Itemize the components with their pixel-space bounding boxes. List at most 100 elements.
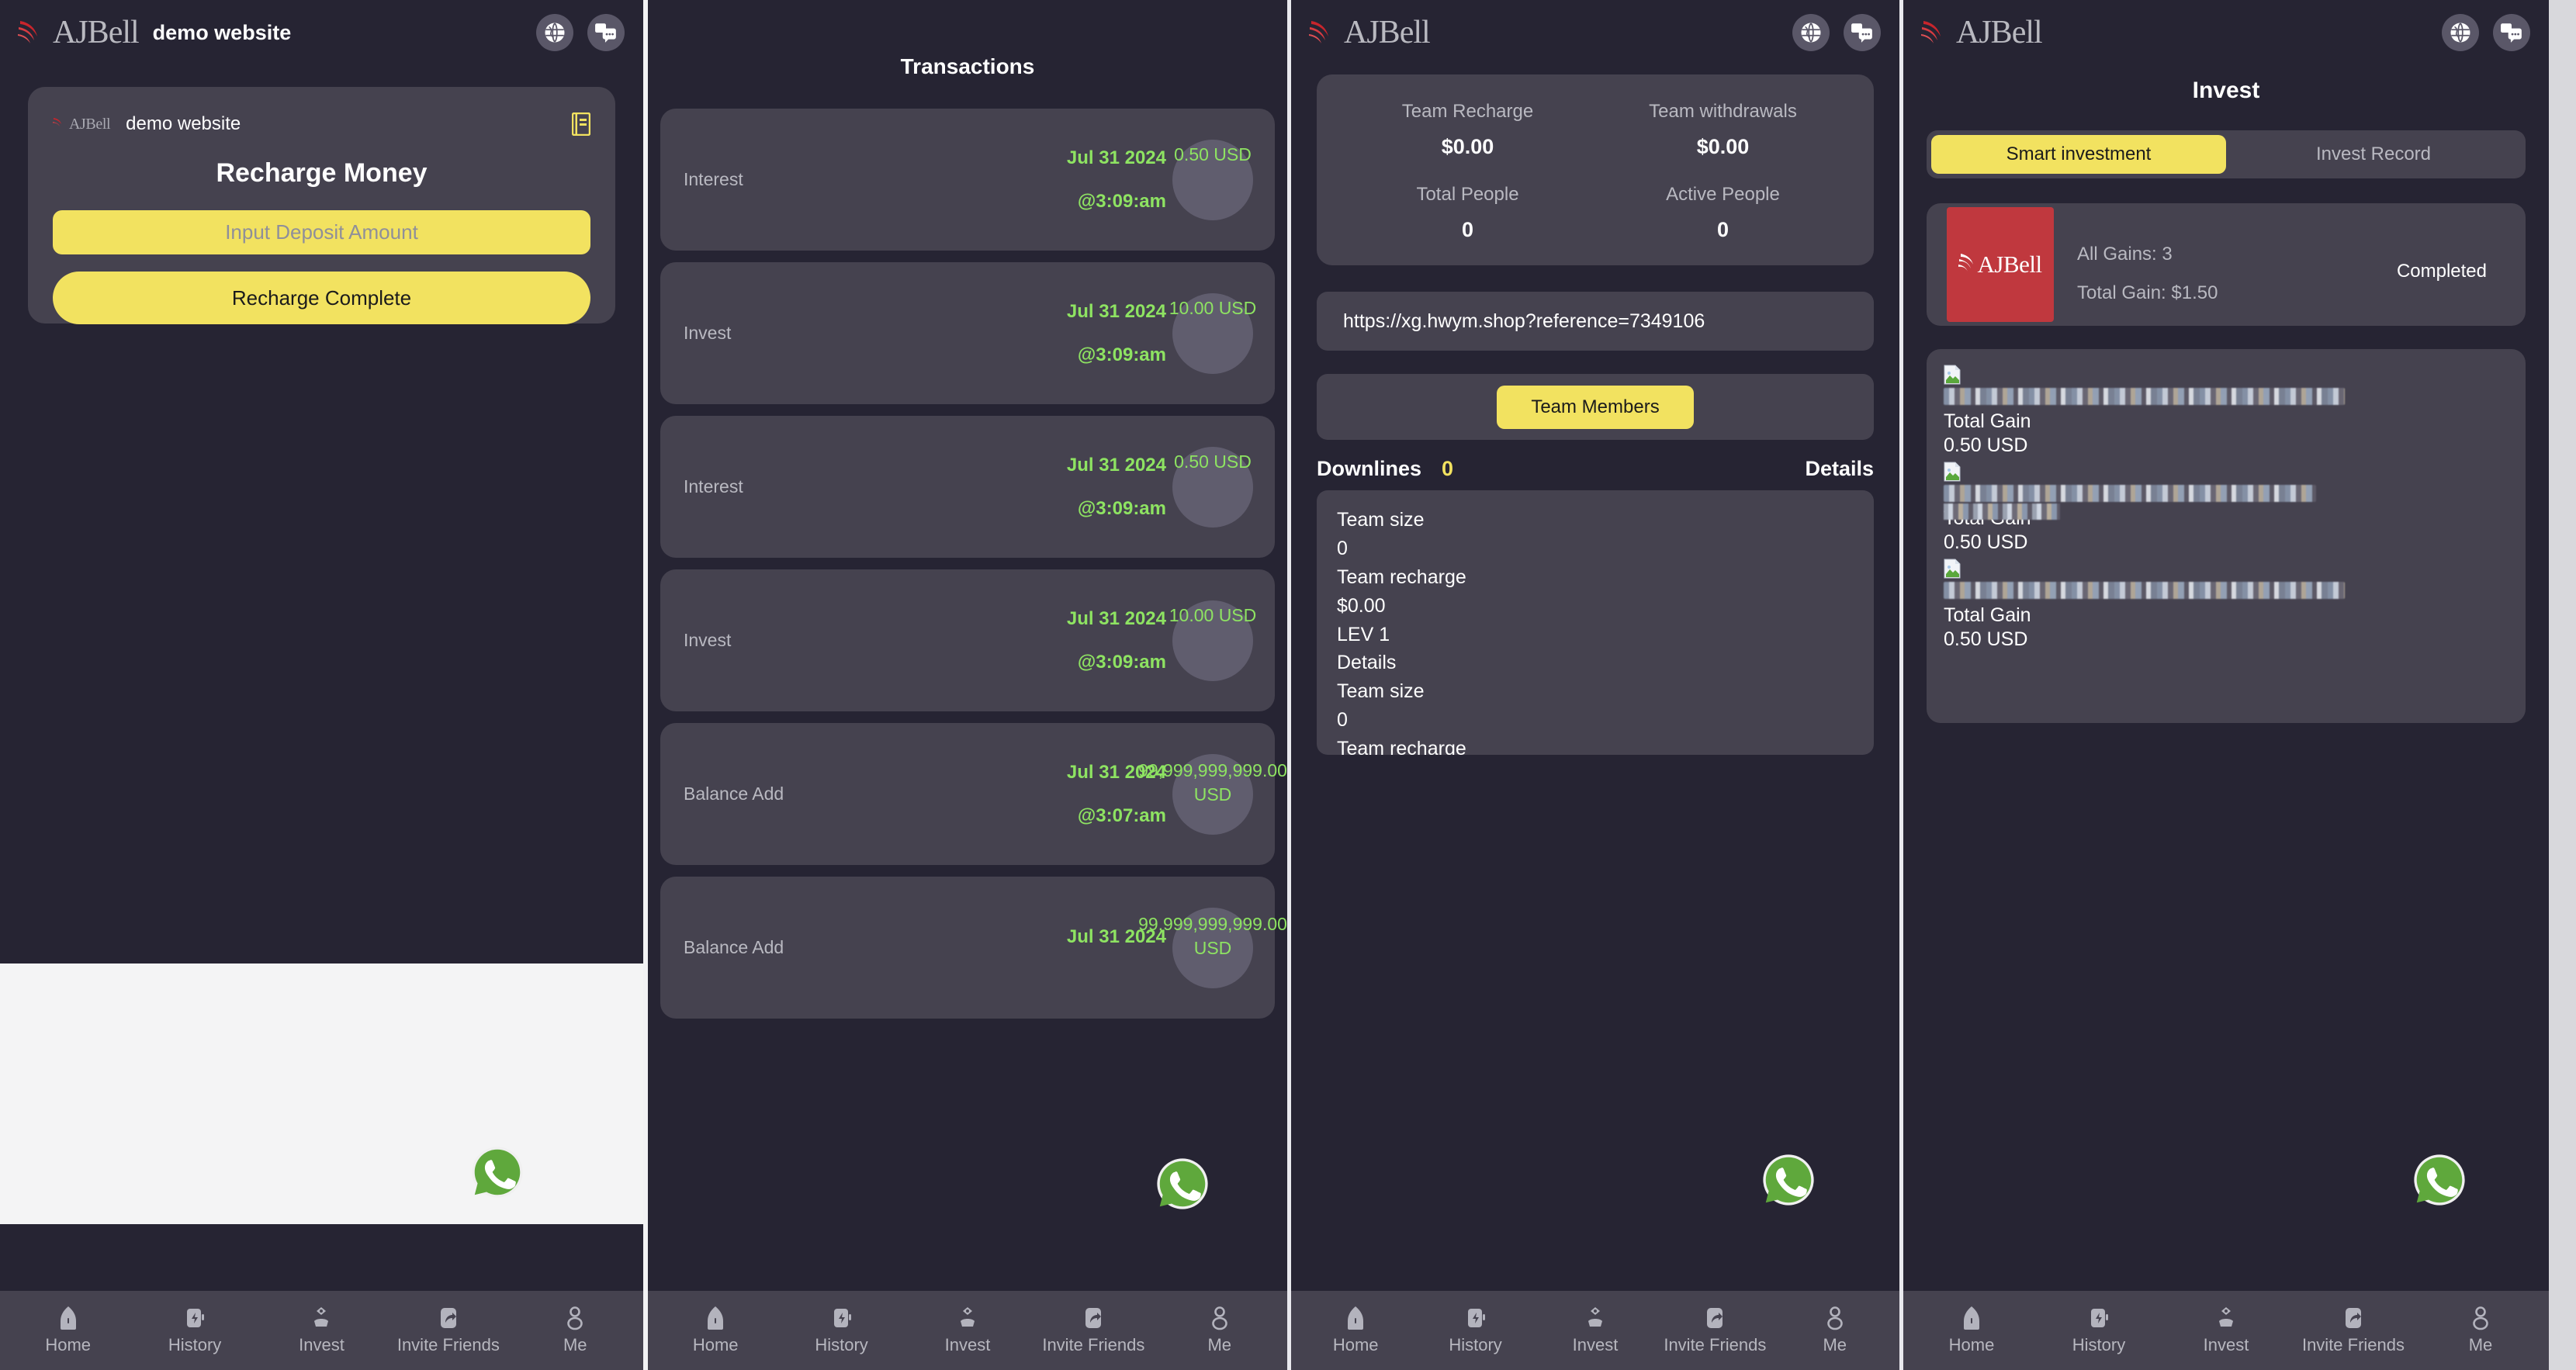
ajbell-swoosh-small-icon	[53, 116, 64, 133]
table-row[interactable]: Balance Add Jul 31 2024 @3:07:am 99,999,…	[660, 723, 1287, 865]
profile-icon	[1823, 1306, 1847, 1330]
transaction-date: Jul 31 2024	[1066, 147, 1166, 168]
profile-icon	[1208, 1306, 1231, 1330]
stat-team-recharge: Team Recharge $0.00	[1340, 101, 1595, 159]
stat-active-people: Active People 0	[1595, 184, 1851, 242]
transaction-date: Jul 31 2024	[1066, 761, 1166, 783]
page-title: Transactions	[900, 54, 1035, 78]
blank-white-area	[0, 963, 643, 1224]
transaction-type: Balance Add	[684, 937, 784, 957]
nav-item-invite-friends[interactable]: Invite Friends	[388, 1306, 508, 1355]
nav-item-me[interactable]: Me	[1160, 1306, 1279, 1355]
nav-item-invest[interactable]: Invest	[908, 1306, 1027, 1355]
transaction-datetime: Jul 31 2024 @3:09:am	[823, 301, 1171, 366]
list-item[interactable]: Total Gain 0.50 USD	[1944, 365, 2508, 457]
broken-image-icon	[1944, 559, 1961, 579]
list-item[interactable]: Total Gain 0.50 USD	[1944, 462, 2508, 554]
list-item: LEV 1	[1337, 623, 1390, 645]
invest-product-card[interactable]: AJBell All Gains: 3 Total Gain: $1.50 Co…	[1927, 203, 2526, 326]
nav-label: Invest	[2203, 1335, 2249, 1354]
nav-label: Invest	[299, 1335, 345, 1354]
invite-friends-icon	[1703, 1306, 1726, 1330]
recharge-complete-button[interactable]: Recharge Complete	[53, 272, 590, 324]
nav-label: Home	[45, 1335, 92, 1354]
page-title: Invest	[2192, 78, 2260, 103]
nav-item-invite-friends[interactable]: Invite Friends	[2293, 1306, 2414, 1355]
nav-item-invest[interactable]: Invest	[261, 1306, 382, 1355]
nav-item-home[interactable]: Home	[8, 1306, 128, 1355]
bottom-navigation: Home History Invest Invite Friends Me	[1291, 1291, 1899, 1370]
invite-friends-icon	[1082, 1306, 1105, 1330]
downlines-details-link[interactable]: Details	[1805, 457, 1874, 481]
transaction-type: Invest	[684, 630, 732, 650]
ajbell-swoosh-icon	[1920, 18, 1947, 47]
product-thumbnail-label: AJBell	[1977, 251, 2042, 278]
list-item-details[interactable]: Details	[1337, 649, 1854, 677]
language-globe-button[interactable]	[2442, 14, 2479, 51]
book-icon[interactable]	[572, 112, 590, 136]
whatsapp-float-button[interactable]	[1761, 1152, 1816, 1208]
nav-item-invite-friends[interactable]: Invite Friends	[1658, 1306, 1772, 1355]
transaction-amount-badge: 10.00 USD	[1169, 600, 1256, 681]
product-thumbnail: AJBell	[1947, 207, 2054, 322]
whatsapp-float-button[interactable]	[2412, 1152, 2467, 1208]
support-chat-button[interactable]	[587, 14, 625, 51]
language-globe-button[interactable]	[536, 14, 573, 51]
nav-item-invest[interactable]: Invest	[2166, 1306, 2287, 1355]
table-row[interactable]: Interest Jul 31 2024 @3:09:am 0.50 USD	[660, 109, 1275, 251]
nav-item-invite-friends[interactable]: Invite Friends	[1034, 1306, 1153, 1355]
transaction-amount-badge: 0.50 USD	[1172, 139, 1253, 220]
nav-item-invest[interactable]: Invest	[1539, 1306, 1653, 1355]
tab-invest-record[interactable]: Invest Record	[2226, 135, 2521, 174]
top-bar: AJBell	[1291, 0, 1899, 54]
transaction-amount-badge: 10.00 USD	[1169, 292, 1256, 374]
support-chat-button[interactable]	[2493, 14, 2530, 51]
gain-value: 0.50 USD	[1944, 628, 2028, 650]
language-globe-button[interactable]	[1792, 14, 1830, 51]
support-chat-button[interactable]	[1844, 14, 1881, 51]
list-item: Team recharge	[1337, 738, 1466, 755]
nav-item-history[interactable]: History	[134, 1306, 254, 1355]
nav-item-me[interactable]: Me	[515, 1306, 635, 1355]
nav-label: Invite Friends	[1042, 1335, 1145, 1354]
nav-label: Me	[563, 1335, 587, 1354]
team-members-button[interactable]: Team Members	[1497, 385, 1694, 429]
nav-item-me[interactable]: Me	[1778, 1306, 1892, 1355]
top-bar: AJBell demo website	[0, 0, 643, 54]
stat-team-withdrawals: Team withdrawals $0.00	[1595, 101, 1851, 159]
referral-link-field[interactable]: https://xg.hwym.shop?reference=7349106	[1317, 292, 1874, 351]
table-row[interactable]: Interest Jul 31 2024 @3:09:am 0.50 USD	[660, 416, 1275, 558]
nav-item-home[interactable]: Home	[1911, 1306, 2032, 1355]
downlines-header: Downlines 0 Details	[1317, 457, 1874, 481]
obfuscated-text	[1944, 582, 2345, 599]
nav-item-history[interactable]: History	[2038, 1306, 2159, 1355]
nav-label: History	[168, 1335, 222, 1354]
top-bar: AJBell	[1903, 0, 2549, 54]
brand-wordmark: AJBell	[1344, 15, 1431, 50]
transaction-date: Jul 31 2024	[1066, 300, 1166, 322]
list-item[interactable]: Total Gain 0.50 USD	[1944, 559, 2508, 651]
home-icon	[704, 1306, 727, 1330]
transaction-datetime: Jul 31 2024 @3:07:am	[823, 762, 1171, 827]
list-item: Team recharge	[1337, 566, 1466, 588]
nav-item-home[interactable]: Home	[1299, 1306, 1413, 1355]
globe-icon	[1799, 21, 1823, 44]
tab-smart-investment[interactable]: Smart investment	[1931, 135, 2226, 174]
list-item: 0	[1337, 709, 1348, 732]
whatsapp-float-button[interactable]	[469, 1144, 525, 1200]
downlines-list: Team size 0 Team recharge $0.00 LEV 1 De…	[1317, 490, 1874, 755]
nav-label: Invite Friends	[2301, 1335, 2405, 1354]
table-row[interactable]: Invest Jul 31 2024 @3:09:am 10.00 USD	[660, 569, 1275, 711]
deposit-amount-input[interactable]: Input Deposit Amount	[53, 210, 590, 254]
downlines-count: 0	[1442, 457, 1454, 480]
nav-item-home[interactable]: Home	[656, 1306, 775, 1355]
nav-label: History	[2072, 1335, 2126, 1354]
nav-item-history[interactable]: History	[781, 1306, 901, 1355]
nav-item-me[interactable]: Me	[2420, 1306, 2541, 1355]
stat-label: Total People	[1416, 184, 1519, 205]
whatsapp-float-button[interactable]	[1155, 1156, 1210, 1212]
nav-item-history[interactable]: History	[1418, 1306, 1532, 1355]
transaction-amount-badge: 99,999,999,999.00 USD	[1138, 907, 1287, 988]
table-row[interactable]: Balance Add Jul 31 2024 99,999,999,999.0…	[660, 877, 1287, 1019]
table-row[interactable]: Invest Jul 31 2024 @3:09:am 10.00 USD	[660, 262, 1275, 404]
